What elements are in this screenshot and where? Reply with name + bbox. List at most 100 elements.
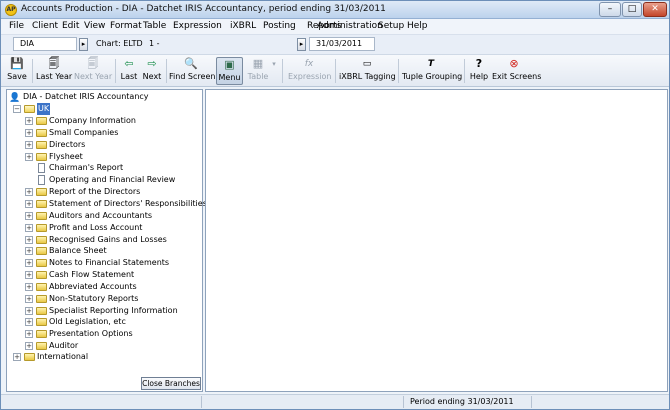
- tree-item[interactable]: + Statement of Directors' Responsibilitie…: [9, 198, 207, 210]
- exit-screens-label: Exit Screens: [492, 72, 542, 81]
- status-divider: [201, 396, 202, 408]
- tree-item[interactable]: + Non-Statutory Reports: [9, 293, 201, 305]
- menu-setup[interactable]: Setup: [378, 21, 404, 31]
- next-year-icon: 🗐: [87, 57, 99, 70]
- client-picker-icon[interactable]: ▸: [79, 38, 88, 51]
- table-icon: ▦: [252, 57, 264, 70]
- tree-item[interactable]: + Balance Sheet: [9, 245, 201, 257]
- expand-icon[interactable]: +: [25, 306, 33, 315]
- expand-icon[interactable]: +: [25, 128, 33, 137]
- minimize-button[interactable]: –: [599, 2, 621, 17]
- tree-item[interactable]: Chairman's Report: [9, 162, 201, 174]
- expand-icon[interactable]: +: [25, 200, 33, 208]
- menu-label: Menu: [218, 73, 241, 82]
- tree-item[interactable]: + Specialist Reporting Information: [9, 305, 201, 317]
- table-dropdown-button[interactable]: ▾: [270, 57, 278, 85]
- table-button[interactable]: ▦ Table: [247, 57, 269, 85]
- expand-icon[interactable]: +: [25, 318, 33, 327]
- exit-screens-button[interactable]: ⊗ Exit Screens: [492, 57, 542, 85]
- menu-expression[interactable]: Expression: [173, 21, 222, 31]
- status-divider: [531, 396, 532, 408]
- expand-icon[interactable]: +: [25, 140, 33, 149]
- tree-item[interactable]: + Cash Flow Statement: [9, 269, 201, 281]
- tree-item[interactable]: + Directors: [9, 139, 201, 151]
- tree-item[interactable]: + Profit and Loss Account: [9, 222, 201, 234]
- expand-icon[interactable]: +: [25, 330, 33, 339]
- expand-icon[interactable]: +: [25, 342, 33, 351]
- ixbrl-tagging-button[interactable]: ▭ iXBRL Tagging: [339, 57, 396, 85]
- menu-file[interactable]: File: [9, 21, 24, 31]
- tree-node-uk[interactable]: − UK: [9, 103, 69, 115]
- toolbar-separator: [32, 59, 33, 83]
- period-picker-icon[interactable]: ▸: [297, 38, 306, 51]
- period-date-field[interactable]: 31/03/2011: [309, 37, 375, 51]
- menu-table[interactable]: Table: [143, 21, 166, 31]
- folder-icon: [36, 342, 47, 351]
- menu-button[interactable]: ▣ Menu: [216, 57, 243, 85]
- tree-item-label: Auditors and Accountants: [49, 210, 153, 220]
- expand-icon[interactable]: +: [25, 294, 33, 303]
- find-screen-button[interactable]: 🔍 Find Screen: [169, 57, 215, 85]
- expand-icon[interactable]: +: [25, 117, 33, 125]
- tree-item[interactable]: + Flysheet: [9, 151, 201, 163]
- expand-icon[interactable]: +: [25, 211, 33, 220]
- close-button[interactable]: ✕: [643, 2, 667, 17]
- tree-item-label: Balance Sheet: [49, 246, 107, 256]
- tree-item[interactable]: + Notes to Financial Statements: [9, 257, 201, 269]
- toolbar-separator: [335, 59, 336, 83]
- tree-node-international[interactable]: + International: [9, 351, 109, 363]
- save-label: Save: [7, 72, 27, 81]
- menu-ixbrl[interactable]: iXBRL: [230, 21, 256, 31]
- tree-item[interactable]: + Report of the Directors: [9, 186, 201, 198]
- navigation-tree[interactable]: 👤 DIA - Datchet IRIS Accountancy − UK + C…: [6, 89, 207, 392]
- menu-edit[interactable]: Edit: [62, 21, 79, 31]
- toolbar-separator: [398, 59, 399, 83]
- client-code-field[interactable]: DIA: [13, 37, 77, 51]
- folder-icon: [24, 353, 35, 361]
- menu-administration[interactable]: Administration: [317, 21, 383, 31]
- expand-icon[interactable]: +: [25, 247, 33, 256]
- expand-icon[interactable]: +: [25, 271, 33, 279]
- save-button[interactable]: 💾 Save: [5, 57, 29, 85]
- expand-icon[interactable]: +: [25, 259, 33, 268]
- magnifier-icon: 🔍: [184, 57, 198, 70]
- folder-icon: [36, 271, 47, 279]
- toolbar: 💾 Save 🗐 Last Year 🗐 Next Year ⇦ Last ⇨ …: [1, 55, 669, 87]
- menu-posting[interactable]: Posting: [263, 21, 296, 31]
- help-button[interactable]: ? Help: [468, 57, 490, 85]
- expression-button[interactable]: fx Expression: [288, 57, 331, 85]
- expand-icon[interactable]: +: [13, 353, 21, 361]
- tree-item[interactable]: + Company Information: [9, 115, 201, 127]
- last-button[interactable]: ⇦ Last: [118, 57, 140, 85]
- arrow-left-icon: ⇦: [124, 57, 134, 70]
- tree-item-label: Small Companies: [49, 127, 119, 137]
- tag-icon: ▭: [362, 59, 372, 69]
- folder-icon: [36, 247, 47, 256]
- expand-icon[interactable]: +: [25, 235, 33, 244]
- tree-item[interactable]: + Presentation Options: [9, 328, 201, 340]
- collapse-icon[interactable]: −: [13, 105, 21, 113]
- close-branches-button[interactable]: Close Branches: [141, 377, 201, 390]
- expand-icon[interactable]: +: [25, 223, 33, 232]
- next-year-button[interactable]: 🗐 Next Year: [74, 57, 112, 85]
- menu-view[interactable]: View: [84, 21, 105, 31]
- tree-item[interactable]: + Abbreviated Accounts: [9, 281, 201, 293]
- last-year-button[interactable]: 🗐 Last Year: [36, 57, 72, 85]
- tree-item-label: Non-Statutory Reports: [49, 293, 139, 303]
- expand-icon[interactable]: +: [25, 282, 33, 291]
- expand-icon[interactable]: +: [25, 188, 33, 197]
- menu-format[interactable]: Format: [110, 21, 142, 31]
- application-window: AP Accounts Production - DIA - Datchet I…: [0, 0, 670, 410]
- title-bar[interactable]: AP Accounts Production - DIA - Datchet I…: [1, 1, 669, 19]
- tree-item[interactable]: + Recognised Gains and Losses: [9, 234, 201, 246]
- expand-icon[interactable]: +: [25, 152, 33, 161]
- maximize-button[interactable]: □: [622, 2, 642, 17]
- tuple-grouping-button[interactable]: T Tuple Grouping: [402, 57, 462, 85]
- tree-item[interactable]: Operating and Financial Review: [9, 174, 201, 186]
- tree-item[interactable]: + Small Companies: [9, 127, 201, 139]
- menu-client[interactable]: Client: [32, 21, 58, 31]
- next-button[interactable]: ⇨ Next: [141, 57, 163, 85]
- tree-item[interactable]: + Old Legislation, etc: [9, 316, 201, 328]
- tree-item[interactable]: + Auditors and Accountants: [9, 210, 201, 222]
- menu-help[interactable]: Help: [407, 21, 428, 31]
